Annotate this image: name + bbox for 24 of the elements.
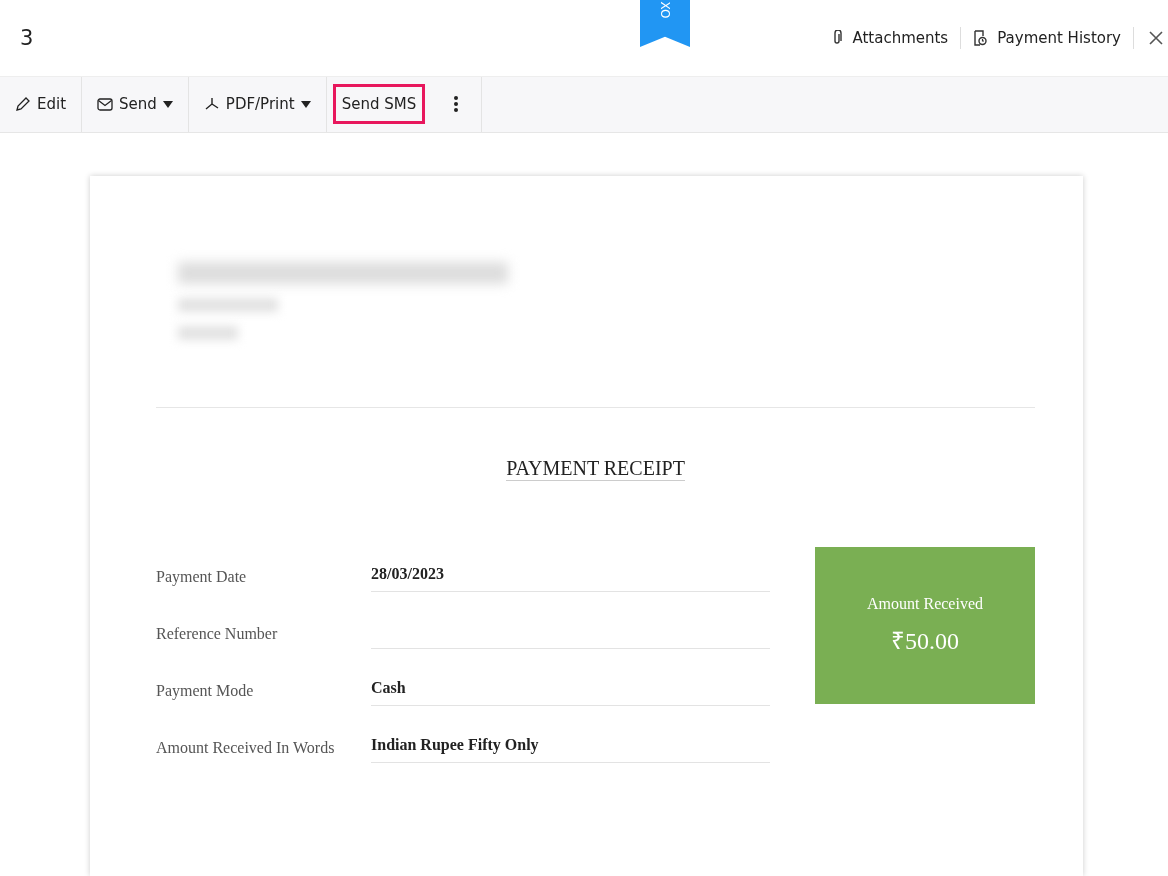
- edit-button[interactable]: Edit: [6, 84, 76, 125]
- pdf-icon: [203, 97, 220, 112]
- send-sms-button[interactable]: Send SMS: [332, 84, 426, 125]
- paperclip-icon: [832, 29, 843, 46]
- field-label: Payment Mode: [156, 682, 255, 702]
- field-label: Payment Date: [156, 568, 248, 588]
- send-button[interactable]: Send: [88, 84, 182, 125]
- pencil-icon: [15, 96, 31, 113]
- amount-value: ₹50.00: [891, 627, 959, 656]
- ribbon-banner: XO: [640, 0, 690, 47]
- amount-label: Amount Received: [867, 595, 983, 613]
- pdf-print-button[interactable]: PDF/Print: [194, 84, 320, 125]
- receipt-title: PAYMENT RECEIPT: [506, 457, 685, 481]
- envelope-icon: [97, 97, 114, 111]
- field-label: Reference Number: [156, 625, 279, 644]
- attachments-link[interactable]: Attachments: [832, 28, 949, 47]
- record-number: 3: [20, 25, 34, 50]
- more-vertical-icon: [454, 95, 459, 114]
- field-label: Amount Received In Words: [156, 739, 336, 758]
- field-value: Cash: [371, 679, 406, 696]
- field-value: 28/03/2023: [371, 565, 444, 582]
- payment-history-link[interactable]: Payment History: [973, 28, 1121, 47]
- document-clock-icon: [973, 29, 988, 46]
- field-value: Indian Rupee Fifty Only: [371, 736, 539, 753]
